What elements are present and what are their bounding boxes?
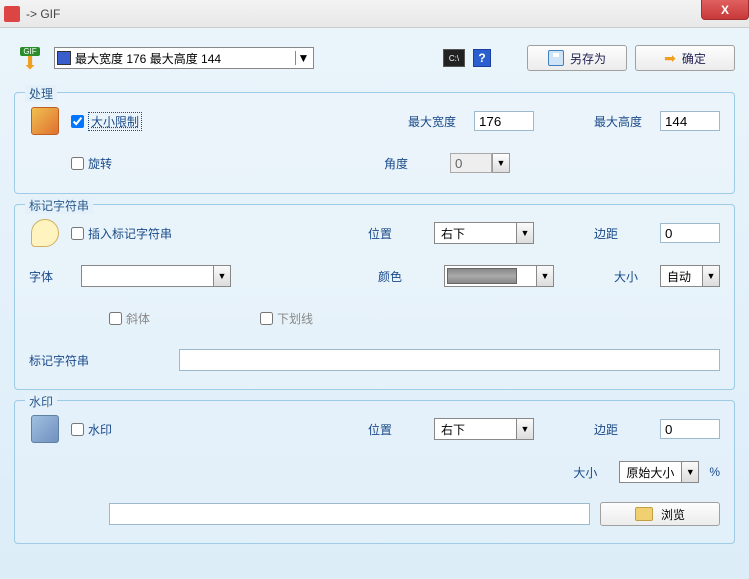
- insert-mark-label: 插入标记字符串: [88, 225, 172, 242]
- toolbar: GIF ⬇ 最大宽度 176 最大高度 144 ▼ C:\ ? 另存为 ➡ 确定: [14, 38, 735, 78]
- percent-label: %: [709, 465, 720, 479]
- ok-button[interactable]: ➡ 确定: [635, 45, 735, 71]
- wm-position-label: 位置: [368, 421, 424, 438]
- browse-button[interactable]: 浏览: [600, 502, 720, 526]
- mark-position-label: 位置: [368, 225, 424, 242]
- chevron-down-icon[interactable]: ▼: [516, 223, 533, 243]
- chevron-down-icon[interactable]: ▼: [702, 266, 719, 286]
- save-as-label: 另存为: [570, 50, 606, 67]
- max-width-label: 最大宽度: [408, 113, 464, 130]
- help-icon[interactable]: ?: [473, 49, 491, 67]
- titlebar: -> GIF X: [0, 0, 749, 28]
- mark-margin-label: 边距: [594, 225, 650, 242]
- italic-label: 斜体: [126, 310, 150, 327]
- mark-string-label: 标记字符串: [29, 352, 99, 369]
- wm-margin-label: 边距: [594, 421, 650, 438]
- ok-label: 确定: [682, 50, 706, 67]
- wm-position-select[interactable]: 右下 ▼: [434, 418, 534, 440]
- italic-checkbox[interactable]: 斜体: [109, 310, 150, 327]
- chevron-down-icon[interactable]: ▼: [681, 462, 698, 482]
- disk-icon: [548, 50, 564, 66]
- arrow-right-icon: ➡: [664, 50, 676, 67]
- max-height-label: 最大高度: [594, 113, 650, 130]
- content-area: GIF ⬇ 最大宽度 176 最大高度 144 ▼ C:\ ? 另存为 ➡ 确定…: [0, 28, 749, 579]
- save-as-button[interactable]: 另存为: [527, 45, 627, 71]
- folder-icon: [635, 507, 653, 521]
- watermark-enable-label: 水印: [88, 421, 144, 438]
- size-limit-checkbox[interactable]: 大小限制: [71, 112, 142, 131]
- watermark-legend: 水印: [25, 393, 57, 410]
- insert-mark-checkbox[interactable]: 插入标记字符串: [71, 225, 172, 242]
- font-label: 字体: [29, 268, 71, 285]
- preset-select[interactable]: 最大宽度 176 最大高度 144 ▼: [54, 47, 314, 69]
- preset-value: 最大宽度 176 最大高度 144: [75, 50, 295, 67]
- rotate-checkbox[interactable]: 旋转: [71, 155, 144, 172]
- mark-icon: [31, 219, 59, 247]
- angle-dropdown[interactable]: ▼: [492, 153, 510, 173]
- watermark-fieldset: 水印 水印 位置 右下 ▼ 边距 大小 原始大小 ▼ %: [14, 400, 735, 544]
- watermark-icon: [31, 415, 59, 443]
- underline-label: 下划线: [277, 310, 313, 327]
- watermark-checkbox[interactable]: 水印: [71, 421, 144, 438]
- window-title: -> GIF: [26, 7, 60, 21]
- chevron-down-icon[interactable]: ▼: [516, 419, 533, 439]
- font-select[interactable]: ▼: [81, 265, 231, 287]
- chevron-down-icon[interactable]: ▼: [536, 266, 553, 286]
- mark-legend: 标记字符串: [25, 197, 93, 214]
- mark-size-select[interactable]: 自动 ▼: [660, 265, 720, 287]
- max-height-input[interactable]: [660, 111, 720, 131]
- max-width-input[interactable]: [474, 111, 534, 131]
- process-legend: 处理: [25, 85, 57, 102]
- underline-checkbox[interactable]: 下划线: [260, 310, 313, 327]
- console-icon[interactable]: C:\: [443, 49, 465, 67]
- chevron-down-icon[interactable]: ▼: [213, 266, 230, 286]
- mark-fieldset: 标记字符串 插入标记字符串 位置 右下 ▼ 边距 字体 ▼ 颜色: [14, 204, 735, 390]
- chevron-down-icon[interactable]: ▼: [295, 51, 311, 65]
- color-select[interactable]: ▼: [444, 265, 554, 287]
- wm-size-select[interactable]: 原始大小 ▼: [619, 461, 699, 483]
- angle-label: 角度: [384, 155, 440, 172]
- film-icon: [57, 51, 71, 65]
- process-icon: [31, 107, 59, 135]
- color-swatch: [447, 268, 517, 284]
- size-limit-label: 大小限制: [88, 112, 142, 131]
- process-fieldset: 处理 大小限制 最大宽度 最大高度 旋转 角度 ▼: [14, 92, 735, 194]
- wm-size-label: 大小: [573, 464, 609, 481]
- color-label: 颜色: [378, 268, 434, 285]
- app-icon: [4, 6, 20, 22]
- angle-input: [450, 153, 492, 173]
- wm-margin-input[interactable]: [660, 419, 720, 439]
- browse-label: 浏览: [661, 506, 685, 523]
- mark-string-input[interactable]: [179, 349, 720, 371]
- gif-convert-icon: GIF ⬇: [14, 42, 46, 74]
- rotate-label: 旋转: [88, 155, 144, 172]
- mark-size-label: 大小: [614, 268, 650, 285]
- mark-margin-input[interactable]: [660, 223, 720, 243]
- close-button[interactable]: X: [701, 0, 749, 20]
- wm-path-input[interactable]: [109, 503, 590, 525]
- mark-position-select[interactable]: 右下 ▼: [434, 222, 534, 244]
